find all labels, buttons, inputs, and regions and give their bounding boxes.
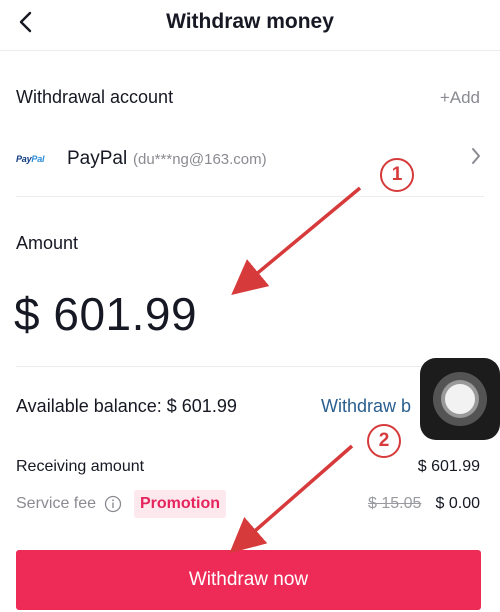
withdrawal-account-label: Withdrawal account — [16, 87, 174, 107]
service-fee-label: Service fee — [16, 495, 97, 512]
amount-label: Amount — [16, 233, 79, 253]
promotion-badge: Promotion — [134, 490, 226, 518]
amount-value[interactable]: $ 601.99 — [14, 287, 197, 341]
assistive-touch-button[interactable] — [420, 358, 500, 440]
withdraw-all-link[interactable]: Withdraw b — [321, 396, 411, 417]
paypal-account-row[interactable]: Pay Pal PayPal (du***ng@163.com) — [0, 140, 500, 186]
info-icon[interactable] — [104, 495, 122, 518]
page-title: Withdraw money — [166, 10, 334, 33]
divider — [16, 196, 484, 197]
receiving-amount-value: $ 601.99 — [417, 458, 480, 475]
available-balance: Available balance: $ 601.99 — [16, 396, 237, 416]
account-name: PayPal — [67, 148, 128, 169]
add-account-button[interactable]: +Add — [440, 88, 480, 108]
divider — [16, 366, 484, 367]
header-bar: Withdraw money — [0, 0, 500, 51]
service-fee-value: $ 0.00 — [435, 495, 480, 512]
chevron-right-icon — [470, 146, 482, 171]
annotation-step-1: 1 — [380, 158, 414, 192]
annotation-step-2: 2 — [367, 424, 401, 458]
paypal-logo: Pay Pal — [16, 154, 45, 164]
receiving-amount-label: Receiving amount — [16, 458, 145, 475]
original-fee: $ 15.05 — [368, 495, 422, 512]
withdraw-now-button[interactable]: Withdraw now — [16, 550, 481, 610]
account-email: (du***ng@163.com) — [133, 151, 267, 168]
